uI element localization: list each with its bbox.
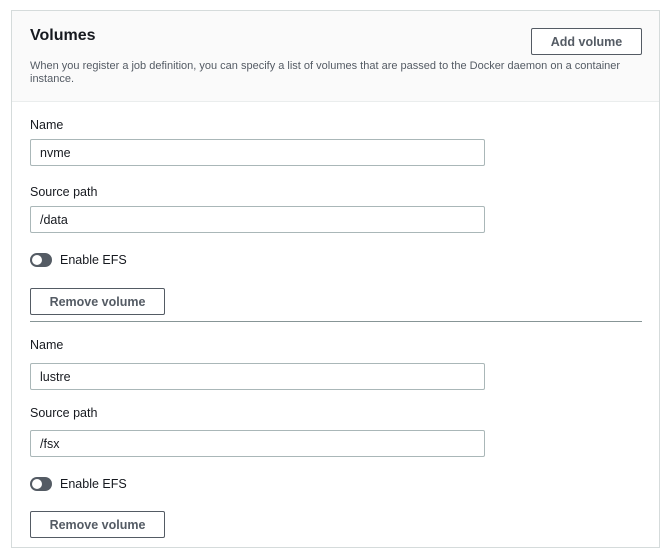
enable-efs-row: Enable EFS [30,252,127,268]
enable-efs-label: Enable EFS [60,253,127,267]
name-input[interactable]: nvme [30,139,485,166]
toggle-knob [32,479,42,489]
remove-volume-button[interactable]: Remove volume [30,511,165,538]
volume-entry: Name lustre Source path /fsx Enable EFS … [12,322,659,547]
toggle-switch-off-icon[interactable] [30,477,52,491]
enable-efs-row: Enable EFS [30,476,127,492]
source-path-label: Source path [30,185,98,199]
name-label: Name [30,338,64,352]
source-path-input[interactable]: /fsx [30,430,485,457]
volumes-panel: Volumes Add volume When you register a j… [11,10,660,548]
panel-description: When you register a job definition, you … [30,60,621,85]
remove-volume-button[interactable]: Remove volume [30,288,165,315]
panel-title: Volumes [30,27,96,44]
enable-efs-label: Enable EFS [60,477,127,491]
source-path-input[interactable]: /data [30,206,485,233]
volumes-panel-header: Volumes Add volume When you register a j… [12,11,659,102]
volume-entry: Name nvme Source path /data Enable EFS R… [12,102,659,322]
toggle-knob [32,255,42,265]
toggle-switch-off-icon[interactable] [30,253,52,267]
name-label: Name [30,118,64,132]
add-volume-button[interactable]: Add volume [531,28,642,55]
name-input[interactable]: lustre [30,363,485,390]
source-path-label: Source path [30,406,98,420]
